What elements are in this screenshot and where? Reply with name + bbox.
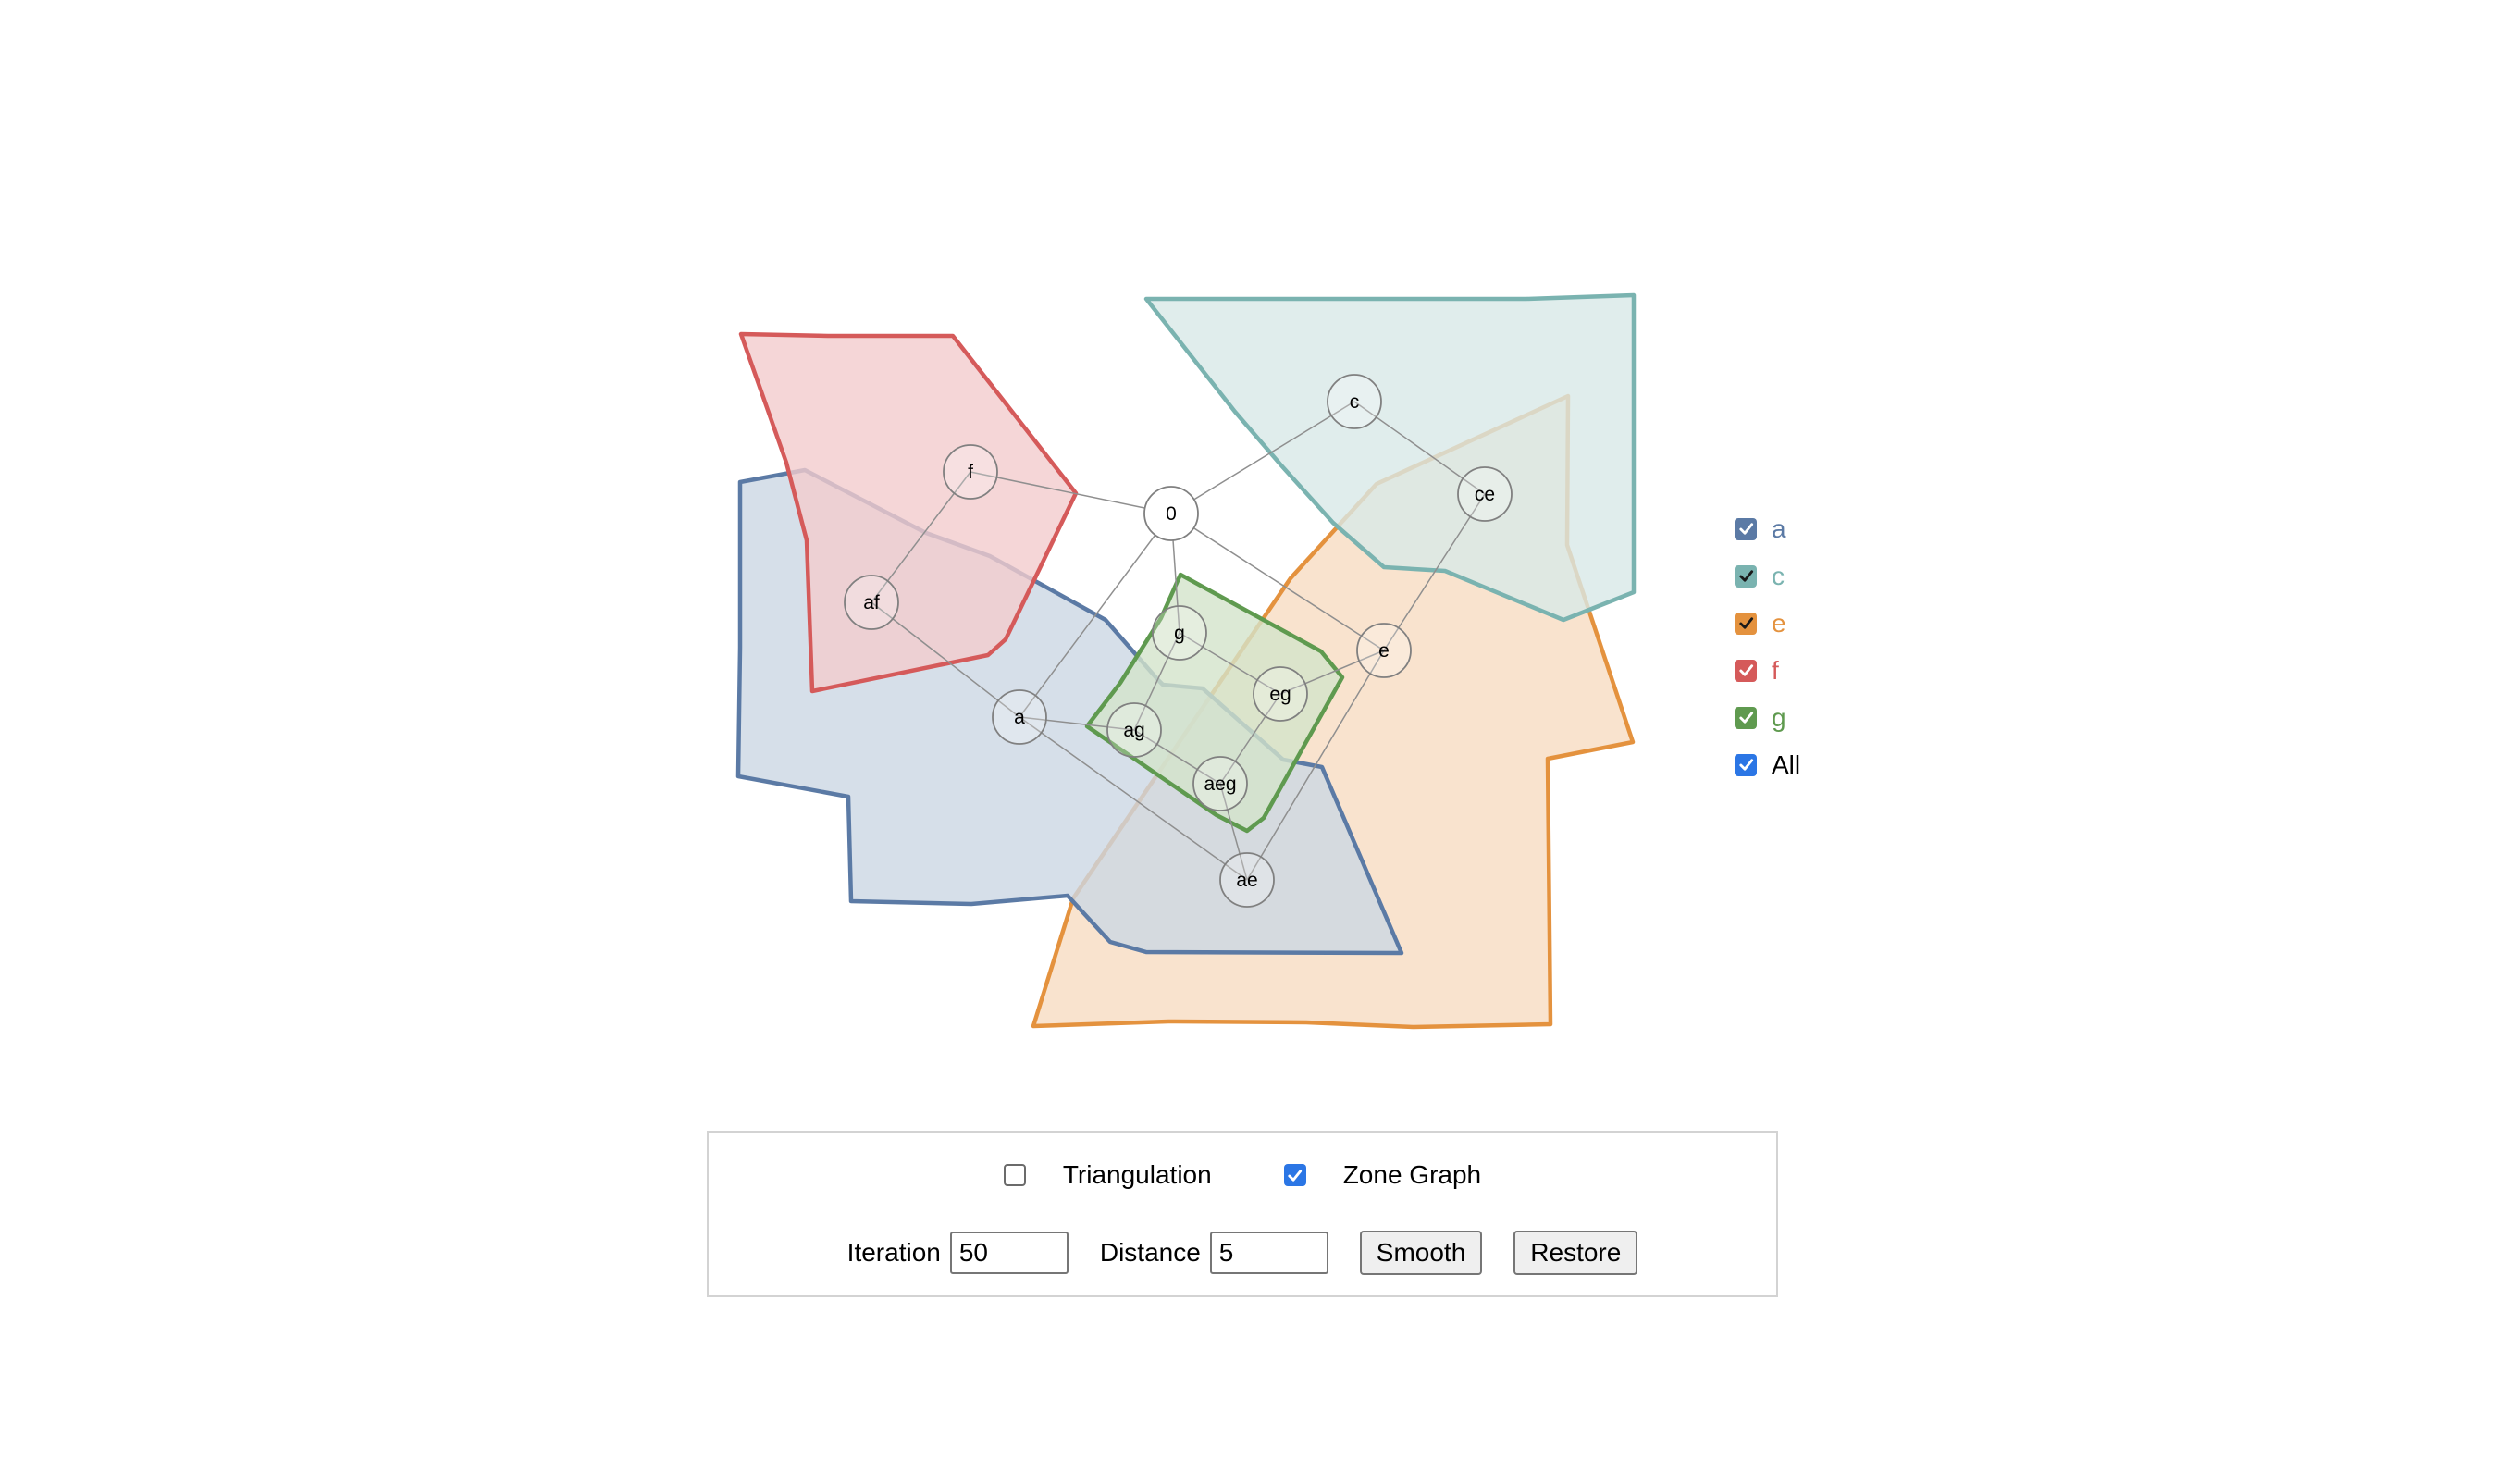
legend-item-e[interactable]: e — [1735, 600, 1800, 647]
zone-node-a[interactable]: a — [992, 689, 1047, 745]
zone-node-f[interactable]: f — [943, 444, 998, 500]
legend-label-f: f — [1772, 655, 1779, 685]
set-regions — [735, 292, 1637, 1030]
control-panel: Triangulation Zone Graph Iteration 50 Di… — [707, 1131, 1778, 1297]
set-legend: a c e f g All — [1735, 505, 1800, 788]
smooth-button[interactable]: Smooth — [1359, 1231, 1483, 1275]
iteration-input[interactable]: 50 — [949, 1232, 1069, 1274]
zone-node-eg[interactable]: eg — [1253, 666, 1308, 722]
zone-label: a — [1014, 707, 1025, 728]
zone-label: ce — [1475, 484, 1495, 505]
checkbox-all[interactable] — [1735, 753, 1757, 776]
checkbox-a[interactable] — [1735, 517, 1757, 540]
zone-label: e — [1378, 640, 1390, 662]
zone-label: c — [1350, 391, 1360, 413]
legend-label-all: All — [1772, 749, 1801, 779]
zone-label: 0 — [1166, 503, 1177, 525]
legend-label-c: c — [1772, 561, 1785, 590]
zone-label: aeg — [1204, 774, 1236, 795]
distance-input[interactable]: 5 — [1209, 1232, 1328, 1274]
legend-item-g[interactable]: g — [1735, 694, 1800, 741]
zone-label: eg — [1269, 684, 1291, 705]
zone-node-0[interactable]: 0 — [1143, 486, 1199, 541]
zone-node-aeg[interactable]: aeg — [1192, 756, 1248, 811]
zone-label: ae — [1236, 870, 1257, 891]
legend-item-all[interactable]: All — [1735, 741, 1800, 788]
legend-item-a[interactable]: a — [1735, 505, 1800, 552]
zone-node-af[interactable]: af — [844, 575, 899, 630]
legend-label-a: a — [1772, 514, 1786, 543]
zone-label: f — [968, 462, 973, 483]
iteration-label: Iteration — [846, 1238, 941, 1267]
legend-item-f[interactable]: f — [1735, 647, 1800, 694]
legend-label-e: e — [1772, 608, 1786, 637]
zone-graph-checkbox[interactable] — [1283, 1164, 1306, 1186]
zone-label: ag — [1123, 720, 1144, 741]
checkbox-c[interactable] — [1735, 564, 1757, 588]
triangulation-label: Triangulation — [1062, 1160, 1212, 1189]
zone-label: af — [863, 592, 880, 613]
zone-node-e[interactable]: e — [1356, 623, 1412, 678]
checkbox-e[interactable] — [1735, 612, 1757, 635]
zone-node-g[interactable]: g — [1152, 605, 1207, 661]
zone-graph-label: Zone Graph — [1342, 1160, 1482, 1189]
zone-label: g — [1174, 623, 1185, 644]
checkbox-g[interactable] — [1735, 706, 1757, 729]
zone-node-c[interactable]: c — [1327, 374, 1382, 429]
checkbox-f[interactable] — [1735, 659, 1757, 682]
distance-label: Distance — [1099, 1238, 1201, 1267]
triangulation-checkbox[interactable] — [1003, 1164, 1026, 1186]
restore-button[interactable]: Restore — [1513, 1231, 1638, 1275]
zone-node-ae[interactable]: ae — [1219, 852, 1275, 908]
zone-node-ce[interactable]: ce — [1457, 466, 1513, 522]
legend-item-c[interactable]: c — [1735, 552, 1800, 600]
legend-label-g: g — [1772, 702, 1786, 732]
zone-node-ag[interactable]: ag — [1106, 702, 1162, 758]
